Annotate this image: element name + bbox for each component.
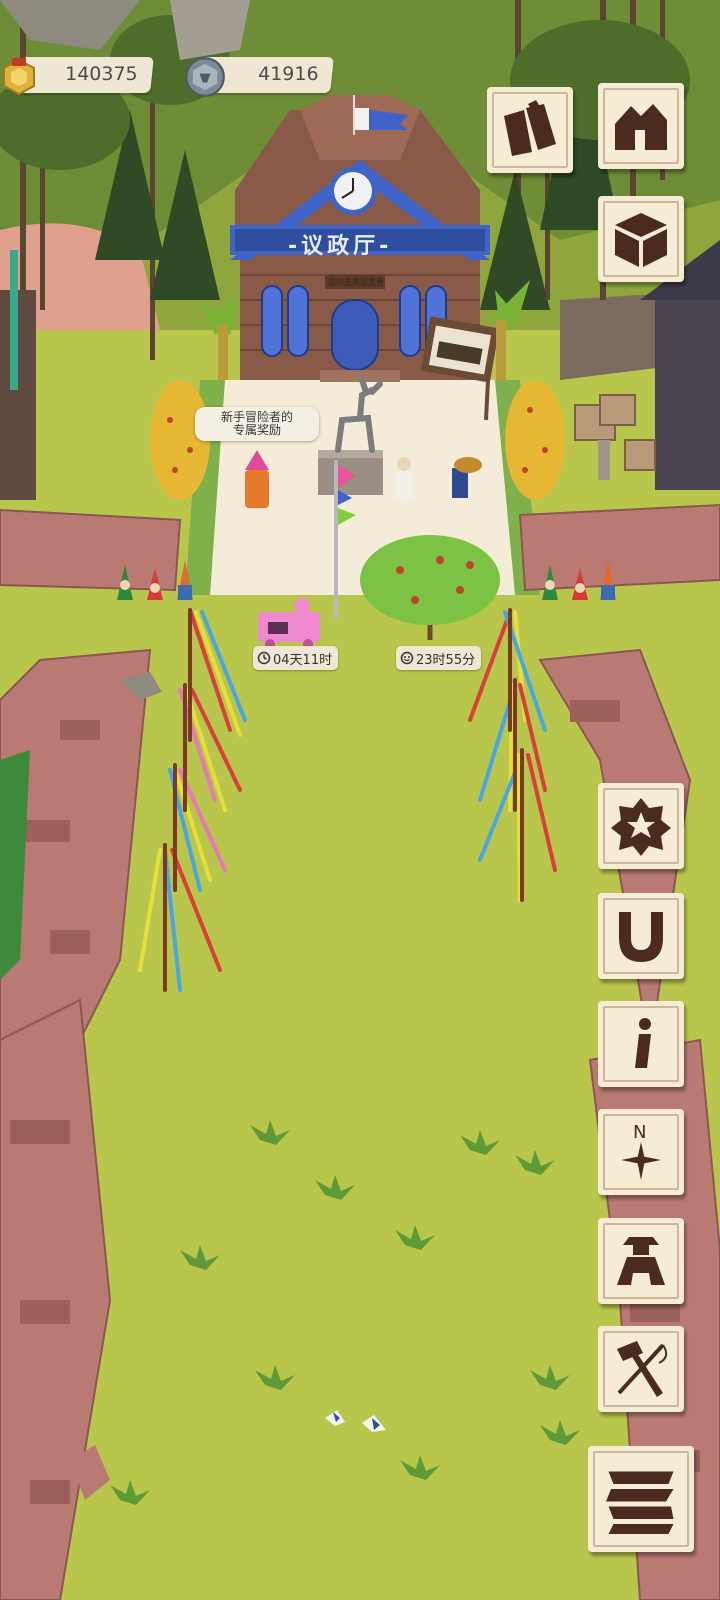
scrolls-icon: [504, 100, 556, 156]
gold-value: 140375: [65, 63, 139, 85]
timer-right-text: 23时55分: [416, 652, 476, 668]
main-menu-button[interactable]: [588, 1446, 694, 1552]
bubble-line-2: 专属奖励: [232, 423, 281, 437]
event-timer-right[interactable]: 23时55分: [396, 646, 482, 670]
town-hall-title: -议政厅-: [288, 234, 393, 259]
silver-value: 41916: [257, 63, 319, 85]
badge-icon: [611, 798, 671, 856]
crafting-button[interactable]: [598, 1326, 684, 1412]
character-button[interactable]: [598, 1218, 684, 1304]
storage-button[interactable]: [598, 196, 684, 282]
gold-coin-icon: [3, 58, 35, 96]
timer-left-text: 04天11时: [273, 652, 333, 668]
stack-menu-icon: [606, 1471, 674, 1534]
gold-counter[interactable]: 140375: [18, 57, 154, 93]
silver-coin-icon: [185, 57, 225, 97]
map-button[interactable]: N: [598, 1109, 684, 1195]
character-icon: [617, 1237, 665, 1285]
clock-icon: [257, 651, 271, 665]
horseshoe-icon: [619, 912, 663, 962]
horseshoe-button[interactable]: [598, 893, 684, 979]
smiley-icon: [400, 651, 414, 665]
hammer-needle-icon: [617, 1341, 668, 1397]
compass-icon: N: [621, 1122, 661, 1180]
house-icon: [615, 104, 667, 150]
info-button[interactable]: [598, 1001, 684, 1087]
svg-text:N: N: [633, 1122, 646, 1143]
town-hall-sign: 您的选票很重要: [328, 278, 384, 287]
crate-icon: [615, 213, 667, 267]
reward-speech-bubble[interactable]: 新手冒险者的 专属奖励: [195, 407, 319, 441]
home-button[interactable]: [598, 83, 684, 169]
quests-button[interactable]: [487, 87, 573, 173]
badge-button[interactable]: [598, 783, 684, 869]
info-icon: [635, 1018, 651, 1068]
event-timer-left[interactable]: 04天11时: [253, 646, 339, 670]
